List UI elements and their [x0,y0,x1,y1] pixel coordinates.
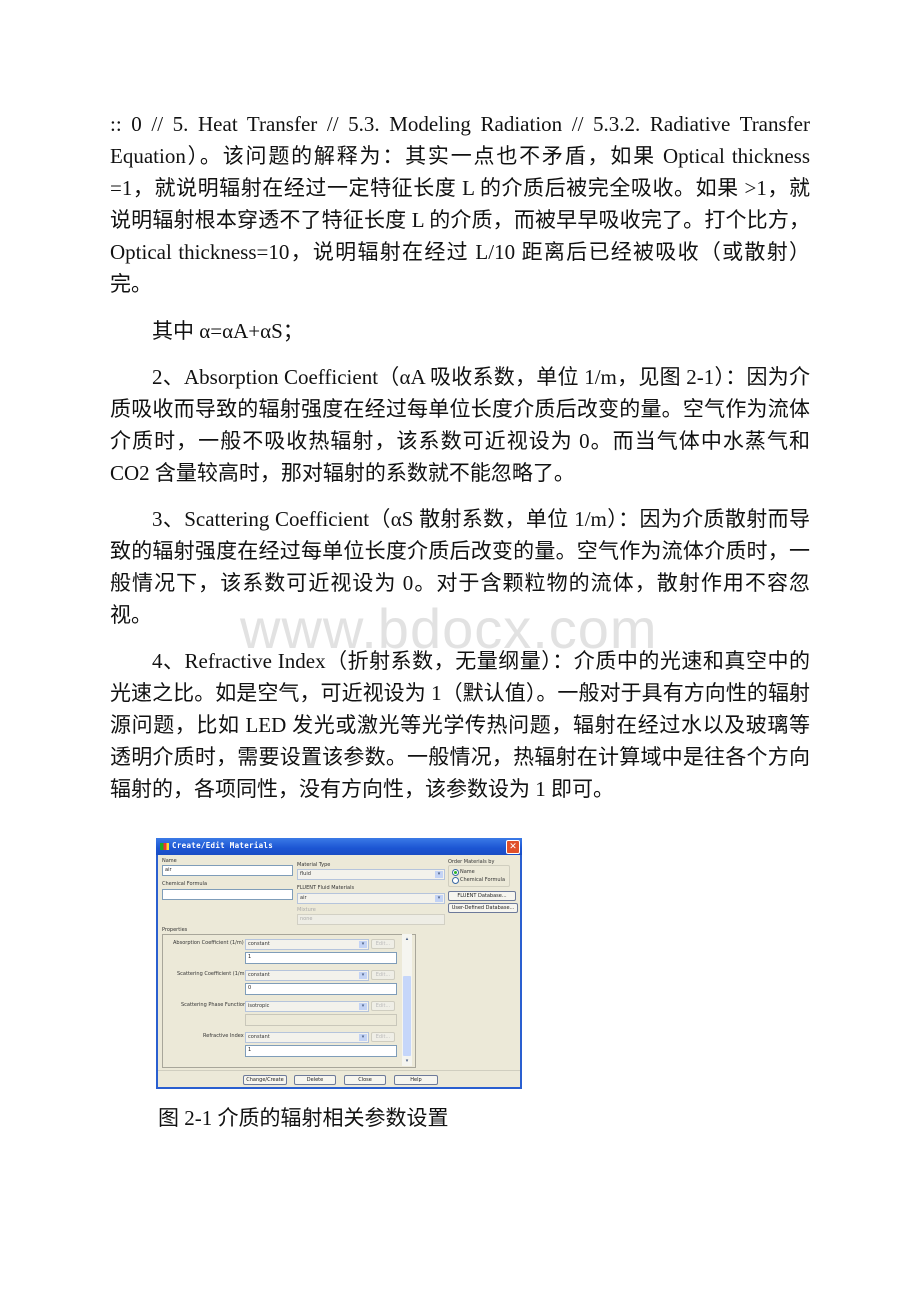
radio-order-chemical-formula[interactable] [452,877,459,884]
radio-order-name[interactable] [452,869,459,876]
paragraph-refractive-index: 4、Refractive Index（折射系数，无量纲量）：介质中的光速和真空中… [110,649,810,801]
refractive-value-input[interactable]: 1 [245,1045,397,1057]
paragraph-optical-thickness: :: 0 // 5. Heat Transfer // 5.3. Modelin… [110,112,810,296]
button-separator [158,1070,520,1071]
chemical-formula-label: Chemical Formula [162,881,208,887]
order-by-group: Name Chemical Formula [448,865,510,887]
properties-scrollbar[interactable]: ▴ ▾ [402,934,412,1066]
chevron-down-icon[interactable]: ▾ [359,941,367,948]
scattering-phase-function-label: Scattering Phase Function [181,1002,247,1008]
refractive-method-value: constant [248,1034,270,1040]
phase-function-select[interactable]: isotropic ▾ [245,1001,369,1012]
change-create-button[interactable]: Change/Create [243,1075,287,1085]
chemical-formula-input[interactable] [162,889,293,900]
material-type-select[interactable]: fluid ▾ [297,869,445,880]
scattering-edit-button: Edit... [371,970,395,980]
delete-button[interactable]: Delete [294,1075,336,1085]
figure-caption: 图 2-1 介质的辐射相关参数设置 [158,1106,449,1130]
scattering-value-input[interactable]: 0 [245,983,397,995]
scattering-method-select[interactable]: constant ▾ [245,970,369,981]
chevron-down-icon[interactable]: ▾ [359,1034,367,1041]
paragraph-absorption-coefficient: 2、Absorption Coefficient（αA 吸收系数，单位 1/m，… [110,365,810,485]
order-chemical-formula-label: Chemical Formula [460,877,506,883]
scroll-up-icon[interactable]: ▴ [403,935,411,943]
dialog-title: Create/Edit Materials [172,841,274,850]
scrollbar-thumb[interactable] [403,976,411,1056]
properties-label: Properties [162,927,188,933]
order-name-label: Name [460,869,475,875]
paragraph-scattering-coefficient: 3、Scattering Coefficient（αS 散射系数，单位 1/m）… [110,507,810,627]
fluent-materials-select[interactable]: air ▾ [297,893,445,904]
dialog-titlebar[interactable]: Create/Edit Materials ✕ [156,838,522,855]
scroll-down-icon[interactable]: ▾ [403,1057,411,1065]
name-input[interactable]: air [162,865,293,876]
refractive-index-label: Refractive Index [203,1033,244,1039]
phase-function-edit-button: Edit... [371,1001,395,1011]
create-edit-materials-dialog: Create/Edit Materials ✕ Name air Chemica… [156,838,522,1089]
refractive-method-select[interactable]: constant ▾ [245,1032,369,1043]
fluent-database-button[interactable]: FLUENT Database... [448,891,516,901]
document-body: :: 0 // 5. Heat Transfer // 5.3. Modelin… [110,108,810,819]
name-label: Name [162,858,177,864]
fluent-materials-label: FLUENT Fluid Materials [297,885,355,891]
mixture-select: none [297,914,445,925]
user-defined-database-button[interactable]: User-Defined Database... [448,903,518,913]
chevron-down-icon[interactable]: ▾ [435,871,443,878]
chevron-down-icon[interactable]: ▾ [435,895,443,902]
material-type-value: fluid [300,871,311,877]
fluent-materials-value: air [300,895,307,901]
phase-function-value-input [245,1014,397,1026]
paragraph-alpha-formula: 其中 α=αA+αS； [152,319,304,343]
absorption-value-input[interactable]: 1 [245,952,397,964]
chevron-down-icon[interactable]: ▾ [359,972,367,979]
app-icon [160,843,169,850]
phase-function-value: isotropic [248,1003,270,1009]
properties-panel: Absorption Coefficient (1/m) constant ▾ … [162,934,416,1068]
material-type-label: Material Type [297,862,331,868]
absorption-coefficient-label: Absorption Coefficient (1/m) [173,940,244,946]
help-button[interactable]: Help [394,1075,438,1085]
absorption-method-value: constant [248,941,270,947]
close-icon[interactable]: ✕ [506,840,520,854]
mixture-label: Mixture [297,907,316,913]
scattering-coefficient-label: Scattering Coefficient (1/m) [177,971,247,977]
absorption-method-select[interactable]: constant ▾ [245,939,369,950]
close-button[interactable]: Close [344,1075,386,1085]
chevron-down-icon[interactable]: ▾ [359,1003,367,1010]
absorption-edit-button: Edit... [371,939,395,949]
mixture-value: none [300,916,313,922]
scattering-method-value: constant [248,972,270,978]
refractive-edit-button: Edit... [371,1032,395,1042]
